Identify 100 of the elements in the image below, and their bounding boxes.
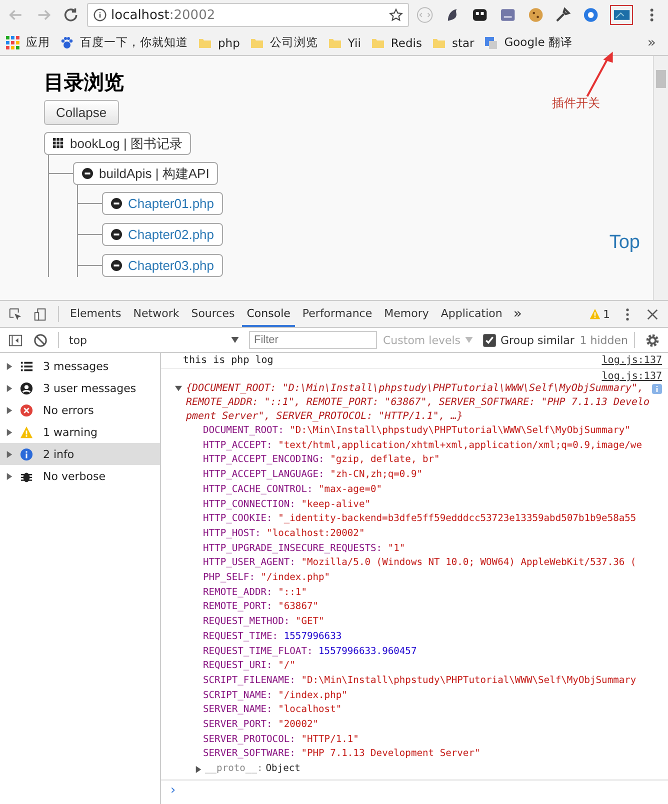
user-icon [20, 382, 33, 394]
object-property: HTTP_UPGRADE_INSECURE_REQUESTS: "1" [202, 542, 406, 556]
devtools-tab[interactable]: Console [242, 301, 296, 327]
bookmark[interactable]: star [432, 36, 474, 50]
translate-icon [484, 36, 498, 50]
devtools-tab[interactable]: Network [128, 301, 184, 327]
object-property: HTTP_COOKIE: "_identity-backend=b3dfe5ff59edddcc53723e13359abd507b1b9e58a55 [202, 512, 638, 526]
info-icon [20, 448, 33, 460]
bookmark[interactable]: 应用 [6, 35, 50, 50]
list-icon [20, 360, 33, 372]
source-link[interactable]: log.js:137 [602, 371, 662, 382]
minus-circle-icon [111, 229, 122, 240]
top-link[interactable]: Top [609, 232, 640, 254]
filter-field[interactable]: Filter [249, 331, 377, 349]
object-property: REMOTE_ADDR: "::1" [202, 586, 308, 600]
log-message: this is php log [183, 355, 274, 366]
hidden-count: 1 hidden [580, 334, 628, 346]
minus-circle-icon [82, 168, 93, 179]
expand-triangle-icon [6, 428, 13, 436]
bookmark[interactable]: Google 翻译 [484, 35, 572, 50]
caret-icon [464, 337, 473, 343]
prototype-property[interactable]: __proto__: Object [175, 762, 662, 777]
inspect-icon[interactable] [8, 306, 23, 322]
star-icon[interactable] [389, 8, 404, 22]
object-property: SCRIPT_NAME: "/index.php" [202, 688, 348, 703]
bookmark[interactable]: Yii [328, 36, 361, 50]
more-bookmarks-button[interactable]: » [647, 34, 656, 50]
object-property: REMOTE_PORT: "63867" [202, 600, 320, 614]
devtools-tab[interactable]: Application [436, 301, 508, 327]
eyedropper-icon[interactable] [554, 6, 572, 24]
object-property: REQUEST_METHOD: "GET" [202, 615, 326, 630]
object-property: SERVER_SOFTWARE: "PHP 7.1.13 Development Server" [202, 747, 482, 762]
address-bar[interactable]: localhost:20002 [87, 3, 410, 27]
object-property: SERVER_NAME: "localhost" [202, 703, 343, 718]
sidebar-item[interactable]: 3 messages [0, 355, 160, 377]
devtools-tab[interactable]: Performance [297, 301, 378, 327]
settings-icon[interactable] [645, 332, 660, 348]
console-prompt[interactable]: › [161, 780, 668, 800]
sidebar-item[interactable]: 3 user messages [0, 377, 160, 399]
warning-counter[interactable]: 1 [589, 308, 610, 320]
minus-circle-icon [111, 198, 122, 209]
devtools-tab[interactable]: Memory [379, 301, 434, 327]
expand-triangle-icon [195, 766, 202, 774]
object-property: HTTP_HOST: "localhost:20002" [202, 526, 366, 541]
bookmark[interactable]: php [198, 36, 240, 50]
grid-icon [53, 138, 64, 149]
apps-grid-icon [6, 36, 20, 50]
clear-console-icon[interactable] [33, 332, 48, 348]
group-similar-checkbox[interactable] [482, 334, 496, 346]
bookmark[interactable]: Redis [370, 36, 422, 50]
url-port: :20002 [169, 8, 216, 22]
expand-triangle-icon [6, 450, 13, 458]
object-property: HTTP_ACCEPT: "text/html,application/xhtml+xml,application/xml;q=0.9,image/we [202, 438, 643, 453]
sidebar-item[interactable]: No verbose [0, 465, 160, 487]
expand-triangle-icon[interactable] [175, 385, 182, 392]
info-icon [93, 8, 108, 22]
object-property: HTTP_CONNECTION: "keep-alive" [202, 498, 372, 512]
object-property: HTTP_ACCEPT_LANGUAGE: "zh-CN,zh;q=0.9" [202, 468, 424, 482]
device-icon[interactable] [33, 306, 48, 322]
devtools-tab[interactable]: Elements [65, 301, 126, 327]
object-property: DOCUMENT_ROOT: "D:\Min\Install\phpstudy\PHPTutorial\WWW\Self\MyObjSummary" [202, 424, 632, 438]
expand-triangle-icon [6, 406, 13, 414]
source-link[interactable]: log.js:137 [602, 355, 662, 366]
context-select[interactable]: top [65, 334, 243, 346]
annotation-label: 插件开关 [552, 95, 600, 112]
object-property: REQUEST_TIME_FLOAT: 1557996633.960457 [202, 644, 418, 659]
warning-icon [20, 426, 33, 438]
sidebar-item[interactable]: 2 info [0, 443, 160, 465]
bookmark[interactable]: 百度一下，你就知道 [60, 35, 188, 50]
scrollbar[interactable] [653, 56, 668, 300]
close-icon[interactable] [645, 306, 660, 322]
expand-triangle-icon [6, 362, 13, 370]
bookmark[interactable]: 公司浏览 [250, 35, 318, 50]
checkbox-label: Group similar [500, 334, 574, 346]
monitor-icon[interactable] [610, 5, 634, 25]
caret-icon [231, 337, 239, 343]
collapse-button[interactable]: Collapse [44, 100, 119, 125]
info-badge-icon [652, 384, 662, 394]
more-tabs-button[interactable]: » [513, 306, 522, 322]
sidebar-item[interactable]: No errors [0, 399, 160, 421]
tree-node[interactable]: bookLog | 图书记录 [44, 132, 192, 155]
sidebar-item[interactable]: 1 warning [0, 421, 160, 443]
expand-triangle-icon [6, 384, 13, 392]
page-heading: 目录浏览 [44, 70, 124, 94]
sidebar-toggle-icon[interactable] [8, 332, 23, 348]
expand-triangle-icon [6, 472, 13, 480]
cookie-icon[interactable] [526, 6, 544, 24]
paw-icon [60, 36, 74, 50]
object-property: REQUEST_URI: "/" [202, 659, 296, 674]
object-property: HTTP_CACHE_CONTROL: "max-age=0" [202, 482, 384, 497]
object-property: SERVER_PORT: "20002" [202, 718, 320, 732]
devtools-tab[interactable]: Sources [186, 301, 240, 327]
url-host: localhost [111, 8, 170, 22]
object-property: SERVER_PROTOCOL: "HTTP/1.1" [202, 732, 360, 747]
minus-circle-icon [111, 260, 122, 271]
object-property: REQUEST_TIME: 1557996633 [202, 630, 343, 644]
extension-icon[interactable] [471, 6, 490, 24]
object-summary: {DOCUMENT_ROOT: "D:\Min\Install\phpstudy\PHPTutorial\WWW\Self\MyObjSummary", REMOTE_ADDR: "::1", REMOTE_PORT: "63867", SERVER_SOFTWARE: "PHP 7.1.13 Development Server", SERVER_PROTOCOL: "HTTP/1.1", …} [186, 382, 651, 424]
object-property: PHP_SELF: "/index.php" [202, 571, 332, 586]
error-icon [20, 404, 33, 416]
